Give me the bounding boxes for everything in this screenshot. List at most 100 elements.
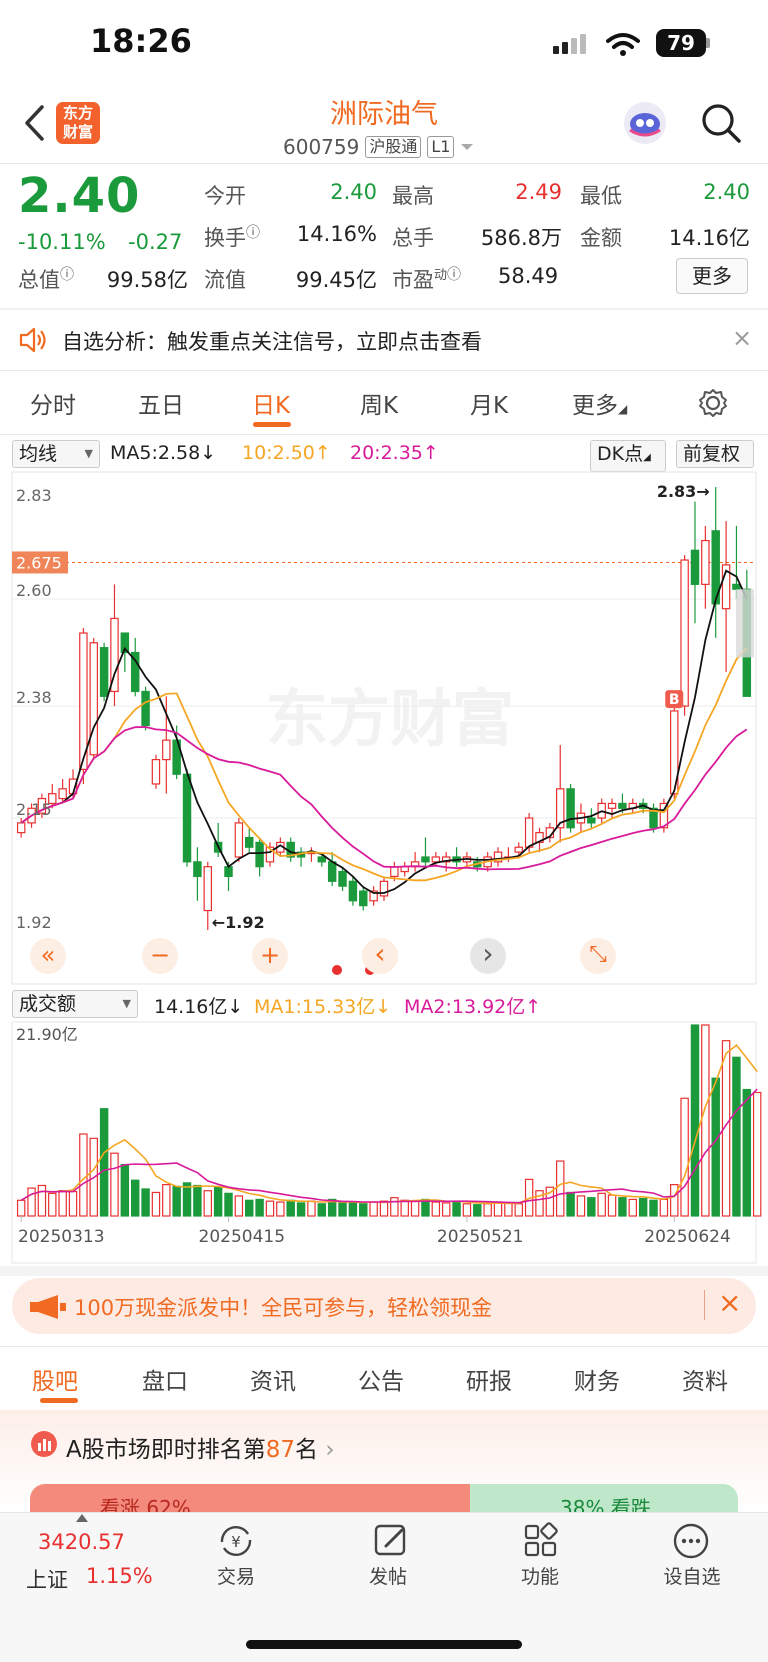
header-divider	[0, 163, 768, 164]
candle-up	[514, 846, 523, 853]
current-price-label: 2.675	[16, 553, 62, 572]
candle-down	[348, 880, 358, 902]
candle-down	[245, 836, 254, 848]
volume-bar-down	[120, 1163, 130, 1217]
nav-post[interactable]: 发帖	[338, 1562, 438, 1589]
volume-bar-up	[48, 1192, 57, 1217]
scroll-thumb	[736, 589, 754, 658]
volume-bar-up	[680, 1097, 689, 1217]
index-name[interactable]: 上证	[26, 1564, 68, 1594]
zoom-out-button[interactable]: −	[142, 938, 178, 974]
edit-post-icon[interactable]	[372, 1522, 410, 1560]
volume-bar-up	[555, 1160, 565, 1217]
candle-down	[182, 773, 192, 863]
tab-profile[interactable]: 资料	[682, 1362, 728, 1396]
ma20-label: 20:2.35↑	[350, 442, 439, 464]
volume-bar-down	[99, 1108, 109, 1217]
svg-text:¥: ¥	[231, 1533, 241, 1551]
candle-up	[16, 822, 26, 834]
volume-bar-down	[130, 1179, 140, 1217]
yuan-exchange-icon[interactable]: ¥	[216, 1522, 256, 1560]
y-tick-label: 2.38	[16, 688, 52, 707]
chevron-right-icon: ›	[318, 1437, 335, 1463]
tab-orderbook[interactable]: 盘口	[142, 1362, 188, 1396]
volume-bar-up	[514, 1203, 523, 1217]
ranking-text[interactable]: A股市场即时排名第87名 ›	[66, 1430, 335, 1464]
volume-bar-down	[348, 1202, 358, 1217]
volume-bar-down	[742, 1088, 752, 1217]
nav-add-watchlist[interactable]: 设自选	[642, 1562, 742, 1589]
volume-bar-up	[483, 1203, 492, 1217]
volume-bar-up	[576, 1195, 586, 1217]
prev-candle-button[interactable]: ‹	[362, 938, 398, 974]
volume-bar-up	[58, 1190, 67, 1217]
volume-bar-up	[27, 1187, 36, 1217]
nav-function[interactable]: 功能	[490, 1562, 590, 1589]
candle-up	[680, 559, 689, 707]
x-date-label: 20250313	[18, 1227, 105, 1247]
scroll-left-button[interactable]: «	[30, 938, 66, 974]
tab-month-k[interactable]: 月K	[470, 386, 508, 420]
index-percent[interactable]: 1.15%	[86, 1564, 153, 1588]
candle-up	[58, 788, 67, 800]
volume-bar-down	[473, 1204, 482, 1217]
x-date-label: 20250521	[437, 1227, 524, 1247]
promo-banner[interactable]: 100万现金派发中！全民可参与，轻松领现金 ×	[12, 1278, 756, 1334]
tab-more[interactable]: 更多◢	[572, 386, 627, 420]
next-candle-button[interactable]: ›	[470, 938, 506, 974]
indicator-select[interactable]: 均线 ▼	[12, 440, 100, 468]
change-amount: -0.27	[128, 230, 183, 254]
tab-week-k[interactable]: 周K	[360, 386, 398, 420]
volume-bar-down	[182, 1182, 192, 1217]
tab-intraday[interactable]: 分时	[30, 386, 76, 420]
dk-point-select[interactable]: DK点◢	[590, 440, 666, 472]
tab-five-day[interactable]: 五日	[138, 386, 184, 420]
notice-text[interactable]: 自选分析：触发重点关注信号，立即点击查看	[62, 326, 482, 356]
y-tick-label: 2.60	[16, 581, 52, 600]
close-promo-icon[interactable]: ×	[718, 1286, 741, 1319]
ranking-chart-icon	[31, 1431, 57, 1457]
volume-max-label: 21.90亿	[16, 1025, 78, 1044]
pe-value: 58.49	[498, 264, 559, 288]
volume-bar-down	[649, 1199, 658, 1217]
tab-finance[interactable]: 财务	[574, 1362, 620, 1396]
nav-trade[interactable]: 交易	[186, 1562, 286, 1589]
kline-chart[interactable]: 东方财富 2.83 2.60 2.38 2.15 1.92 2.675 2.83→ ←1.92…	[0, 470, 768, 986]
tabs-divider	[0, 434, 768, 435]
volume-bar-down	[172, 1185, 181, 1217]
gear-icon[interactable]	[698, 388, 728, 418]
search-icon[interactable]	[700, 102, 742, 144]
expand-chart-button[interactable]: ⤡	[580, 938, 616, 974]
volume-chart[interactable]: 21.90亿 20250313 20250415 20250521 20250624	[0, 1020, 768, 1265]
volume-bar-up	[307, 1200, 316, 1217]
function-grid-icon[interactable]	[522, 1522, 560, 1560]
candle-down	[193, 861, 202, 878]
battery-icon: 79	[656, 29, 706, 57]
volume-bar-down	[359, 1203, 368, 1217]
adjust-select[interactable]: 前复权	[676, 440, 754, 468]
bull-bar[interactable]: 看涨 62%	[30, 1484, 470, 1514]
promo-separator	[704, 1290, 705, 1320]
tab-research[interactable]: 研报	[466, 1362, 512, 1396]
connect-tag: 沪股通	[365, 136, 422, 158]
stock-code: 600759	[283, 135, 360, 159]
speaker-icon	[19, 327, 46, 353]
tab-day-k[interactable]: 日K	[252, 386, 290, 420]
more-quote-button[interactable]: 更多	[676, 258, 748, 294]
volume-indicator-select[interactable]: 成交额 ▼	[12, 990, 138, 1018]
tab-announcements[interactable]: 公告	[358, 1362, 404, 1396]
close-notice-icon[interactable]: ×	[732, 324, 752, 352]
stock-code-line[interactable]: 600759 沪股通 L1	[283, 135, 474, 159]
bear-bar[interactable]: 38% 看跌	[470, 1484, 738, 1514]
index-value[interactable]: 3420.57	[38, 1530, 125, 1554]
tab-forum[interactable]: 股吧	[32, 1362, 78, 1396]
change-percent: -10.11%	[18, 230, 106, 254]
candle-up	[203, 866, 213, 912]
zoom-in-button[interactable]: +	[252, 938, 288, 974]
mcap-label: 总值ⓘ	[18, 267, 74, 292]
robot-assistant-icon[interactable]	[622, 100, 668, 146]
volume-bar-up	[493, 1201, 503, 1217]
tab-news[interactable]: 资讯	[250, 1362, 296, 1396]
promo-text: 100万现金派发中！全民可参与，轻松领现金	[74, 1296, 493, 1320]
more-dots-icon[interactable]	[672, 1522, 710, 1560]
